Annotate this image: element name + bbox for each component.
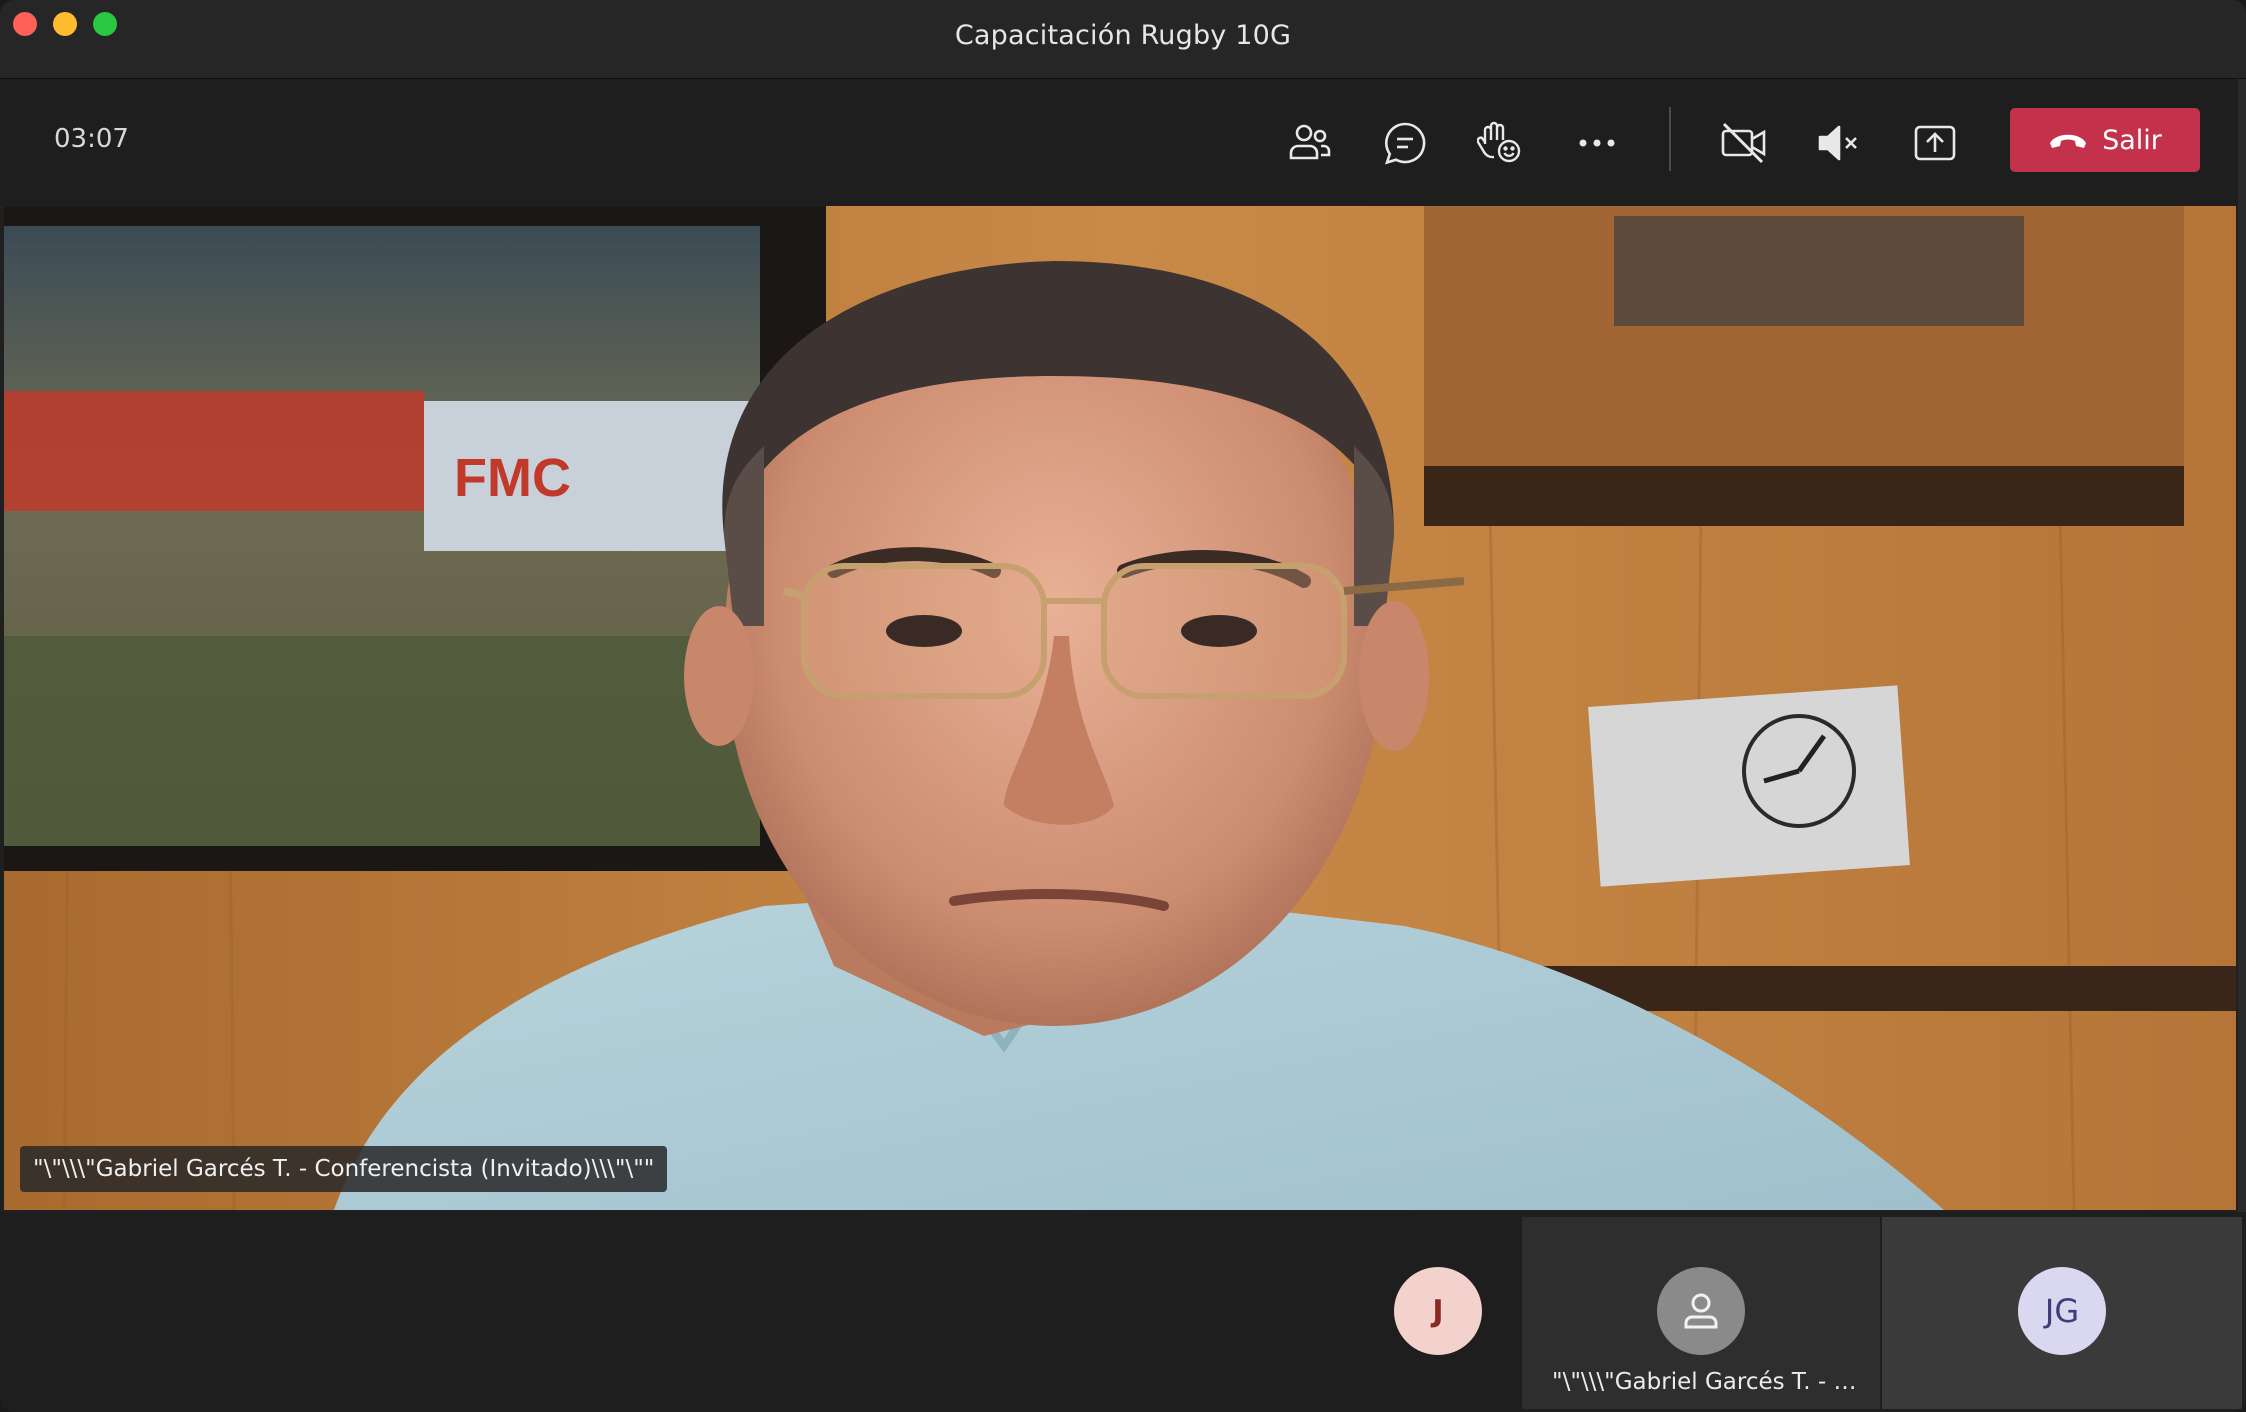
chat-button[interactable]	[1375, 113, 1435, 173]
chat-icon	[1384, 122, 1426, 165]
title-bar: Capacitación Rugby 10G	[0, 0, 2246, 79]
avatar: J	[1394, 1267, 1482, 1355]
camera-off-icon	[1721, 122, 1766, 164]
meeting-toolbar: 03:07 Salir	[0, 79, 2246, 205]
reactions-button[interactable]	[1470, 113, 1530, 173]
person-icon	[1684, 1293, 1718, 1329]
people-icon	[1289, 124, 1331, 160]
more-options-button[interactable]	[1567, 113, 1627, 173]
meeting-title: Capacitación Rugby 10G	[954, 20, 1292, 51]
fmc-logo-text: FMC	[454, 448, 571, 508]
more-icon	[1579, 139, 1615, 147]
leave-label: Salir	[2102, 124, 2162, 156]
raise-hand-icon	[1477, 121, 1521, 163]
avatar	[1657, 1267, 1745, 1355]
participant-name: "\"\\\"Gabriel Garcés T. - C...	[1552, 1369, 1862, 1395]
main-speaker-video[interactable]: FMC "\"\\\"Gabriel Garcés T. - Conferenc…	[4, 206, 2236, 1210]
participant-tile[interactable]: J	[1326, 1212, 1520, 1404]
speaker-video-frame: FMC	[4, 206, 2236, 1210]
camera-toggle-button[interactable]	[1714, 113, 1774, 173]
window-edge	[2238, 79, 2246, 1212]
toolbar-divider	[1669, 107, 1671, 171]
hang-up-icon	[2050, 134, 2087, 148]
participants-button[interactable]	[1280, 113, 1340, 173]
meeting-timer: 03:07	[54, 124, 129, 154]
participant-gallery: J "\"\\\"Gabriel Garcés T. - C... JG	[0, 1212, 2246, 1412]
leave-meeting-button[interactable]: Salir	[2010, 108, 2200, 172]
share-screen-button[interactable]	[1905, 113, 1965, 173]
mic-muted-icon	[1818, 125, 1857, 161]
participant-tile[interactable]: "\"\\\"Gabriel Garcés T. - C...	[1522, 1217, 1880, 1409]
share-screen-icon	[1914, 125, 1956, 161]
participant-tile[interactable]: JG	[1882, 1217, 2242, 1409]
speaker-name-tag: "\"\\\"Gabriel Garcés T. - Conferencista…	[20, 1146, 668, 1192]
meeting-window: Capacitación Rugby 10G 03:07 Salir FMC "…	[0, 0, 2246, 1412]
mute-toggle-button[interactable]	[1808, 113, 1868, 173]
avatar: JG	[2018, 1267, 2106, 1355]
